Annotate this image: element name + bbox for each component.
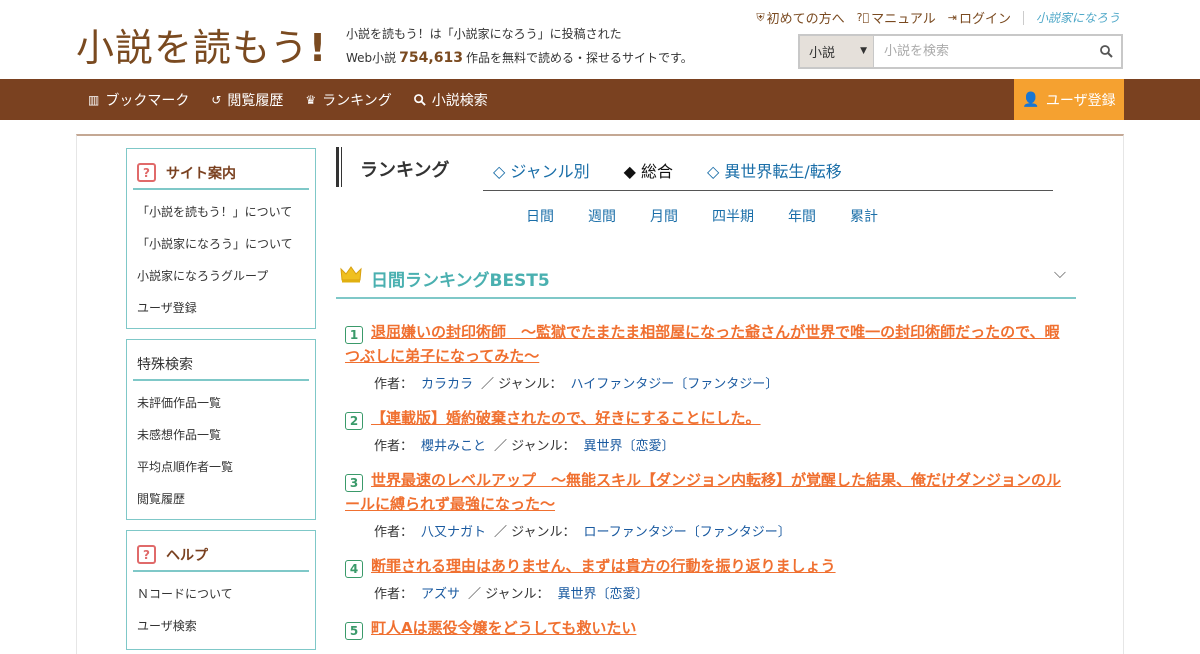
crown-icon: ♛ [305, 92, 317, 107]
search-icon [413, 93, 426, 106]
special-search-item[interactable]: 未評価作品一覧 [137, 388, 315, 420]
tab-isekai[interactable]: ◇ 異世界転生/転移 [707, 158, 842, 182]
question-circle-icon: ?⃝ [856, 11, 870, 24]
novel-title-link[interactable]: 断罪される理由はありません、まずは貴方の行動を振り返りましょう [371, 557, 836, 575]
books-icon: ▥ [88, 92, 100, 107]
author-link[interactable]: カラカラ [421, 377, 473, 392]
main-nav: ▥ ブックマーク ↺ 閲覧履歴 ♛ ランキング 小説検索 👤 ユーザ登録 [0, 79, 1200, 120]
title-bar-decoration [341, 147, 342, 187]
register-button[interactable]: 👤 ユーザ登録 [1014, 79, 1124, 120]
history-icon: ↺ [211, 92, 222, 107]
tagline-line-2: Web小説 754,613 作品を無料で読める・探せるサイトです。 [346, 50, 693, 66]
site-guide-item[interactable]: ユーザ登録 [137, 293, 315, 325]
entry-meta: 作者： 八又ナガト／ ジャンル： ローファンタジー〔ファンタジー〕 [374, 525, 791, 540]
entry-meta: 作者： 櫻井みこと／ ジャンル： 異世界〔恋愛〕 [374, 439, 675, 454]
beginner-link[interactable]: ⛨ 初めての方へ [756, 8, 844, 28]
nav-history[interactable]: ↺ 閲覧履歴 [211, 90, 283, 110]
site-guide-item[interactable]: 小説家になろうグループ [137, 261, 315, 293]
ranking-title: ランキング [360, 160, 450, 181]
site-tagline: 小説を読もう！は「小説家になろう」に投稿された Web小説 754,613 作品を無… [346, 22, 693, 70]
site-header: 小説を読もう! 小説を読もう！は「小説家になろう」に投稿された Web小説 754… [0, 0, 1200, 78]
tab-overall[interactable]: ◆ 総合 [624, 158, 673, 182]
novel-title-link[interactable]: 【連載版】婚約破棄されたので、好きにすることにした。 [371, 409, 761, 427]
novel-title-link[interactable]: 町人Aは悪役令嬢をどうしても救いたい [371, 619, 636, 637]
site-logo[interactable]: 小説を読もう! [76, 17, 327, 72]
login-link[interactable]: ⇥ ログイン [948, 8, 1011, 27]
special-search-item[interactable]: 閲覧履歴 [137, 484, 315, 516]
chevron-down-icon[interactable]: ⌵ [1054, 263, 1066, 283]
search-button[interactable] [1091, 36, 1121, 67]
period-yearly[interactable]: 年間 [788, 206, 850, 226]
help-title: ヘルプ [166, 547, 208, 564]
entry-meta: 作者： カラカラ／ ジャンル： ハイファンタジー〔ファンタジー〕 [374, 377, 779, 392]
rank-badge: 1 [345, 326, 363, 344]
shield-icon: ⛨ [756, 10, 765, 24]
main-container: ? サイト案内 「小説を読もう！」について 「小説家になろう」について 小説家にな… [76, 134, 1124, 654]
divider [1022, 10, 1024, 25]
search-icon [1099, 45, 1113, 58]
author-link[interactable]: 櫻井みこと [421, 439, 486, 454]
search-bar: 小説 ▼ [798, 34, 1123, 69]
tab-genre[interactable]: ◇ ジャンル別 [493, 158, 590, 182]
nav-bookmark[interactable]: ▥ ブックマーク [88, 90, 189, 110]
novel-title-link[interactable]: 退屈嫌いの封印術師 ～監獄でたまたま相部屋になった爺さんが世界で唯一の封印術師だ… [345, 323, 1060, 365]
question-icon: ? [137, 545, 156, 564]
special-search-item[interactable]: 未感想作品一覧 [137, 420, 315, 452]
author-link[interactable]: 八又ナガト [421, 525, 486, 540]
period-daily[interactable]: 日間 [526, 206, 588, 226]
ranking-entry: 2 【連載版】婚約破棄されたので、好きにすることにした。 作者： 櫻井みこと／ ジャ… [345, 406, 1070, 454]
site-guide-item[interactable]: 「小説家になろう」について [137, 229, 315, 261]
novel-title-link[interactable]: 世界最速のレベルアップ ～無能スキル【ダンジョン内転移】が覚醒した結果、俺だけダ… [345, 471, 1061, 513]
ranking-entry: 5 町人Aは悪役令嬢をどうしても救いたい [345, 616, 1070, 640]
crown-icon [340, 266, 362, 283]
ranking-entry: 4 断罪される理由はありません、まずは貴方の行動を振り返りましょう 作者： アズサ／… [345, 554, 1070, 602]
period-total[interactable]: 累計 [850, 206, 912, 226]
rank-badge: 3 [345, 474, 363, 492]
login-icon: ⇥ [947, 11, 957, 24]
caret-down-icon: ▼ [860, 46, 867, 56]
question-icon: ? [137, 163, 156, 182]
search-type-select[interactable]: 小説 ▼ [800, 36, 874, 67]
header-links: ⛨ 初めての方へ ?⃝ マニュアル ⇥ ログイン 小説家になろう [756, 8, 1120, 27]
site-guide-box: ? サイト案内 「小説を読もう！」について 「小説家になろう」について 小説家にな… [126, 148, 316, 329]
rank-badge: 4 [345, 560, 363, 578]
work-count: 754,613 [399, 50, 463, 66]
genre-link[interactable]: 異世界〔恋愛〕 [584, 439, 675, 454]
genre-link[interactable]: ハイファンタジー〔ファンタジー〕 [571, 377, 779, 392]
period-tabs: 日間 週間 月間 四半期 年間 累計 [526, 206, 912, 226]
genre-link[interactable]: ローファンタジー〔ファンタジー〕 [584, 525, 791, 540]
user-icon: 👤 [1022, 91, 1040, 108]
help-item[interactable]: Ｎコードについて [137, 579, 315, 611]
nav-ranking[interactable]: ♛ ランキング [305, 90, 391, 110]
ranking-entry: 1 退屈嫌いの封印術師 ～監獄でたまたま相部屋になった爺さんが世界で唯一の封印術師… [345, 320, 1070, 392]
search-input[interactable] [874, 36, 1091, 67]
period-monthly[interactable]: 月間 [650, 206, 712, 226]
rank-badge: 2 [345, 412, 363, 430]
rank-badge: 5 [345, 622, 363, 640]
special-search-title: 特殊検索 [137, 356, 193, 373]
tagline-line-1: 小説を読もう！は「小説家になろう」に投稿された [346, 27, 622, 41]
narou-logo-link[interactable]: 小説家になろう [1036, 9, 1120, 26]
tabs-divider [483, 190, 1053, 191]
special-search-box: 特殊検索 未評価作品一覧 未感想作品一覧 平均点順作者一覧 閲覧履歴 [126, 339, 316, 520]
nav-search[interactable]: 小説検索 [413, 90, 488, 110]
entry-meta: 作者： アズサ／ ジャンル： 異世界〔恋愛〕 [374, 587, 649, 602]
manual-link[interactable]: ?⃝ マニュアル [857, 8, 936, 27]
help-box: ? ヘルプ Ｎコードについて ユーザ検索 [126, 530, 316, 650]
ranking-entry: 3 世界最速のレベルアップ ～無能スキル【ダンジョン内転移】が覚醒した結果、俺だけ… [345, 468, 1070, 540]
special-search-item[interactable]: 平均点順作者一覧 [137, 452, 315, 484]
help-item[interactable]: ユーザ検索 [137, 611, 315, 643]
author-link[interactable]: アズサ [421, 587, 460, 602]
ranking-tabs: ◇ ジャンル別 ◆ 総合 ◇ 異世界転生/転移 [493, 158, 842, 182]
period-quarterly[interactable]: 四半期 [712, 206, 788, 226]
best5-title: 日間ランキングBEST5 [371, 271, 550, 291]
genre-link[interactable]: 異世界〔恋愛〕 [558, 587, 649, 602]
site-guide-item[interactable]: 「小説を読もう！」について [137, 197, 315, 229]
period-weekly[interactable]: 週間 [588, 206, 650, 226]
daily-best5-header[interactable]: 日間ランキングBEST5 ⌵ [336, 251, 1076, 299]
site-guide-title: サイト案内 [166, 165, 236, 182]
title-bar-decoration [336, 147, 339, 187]
